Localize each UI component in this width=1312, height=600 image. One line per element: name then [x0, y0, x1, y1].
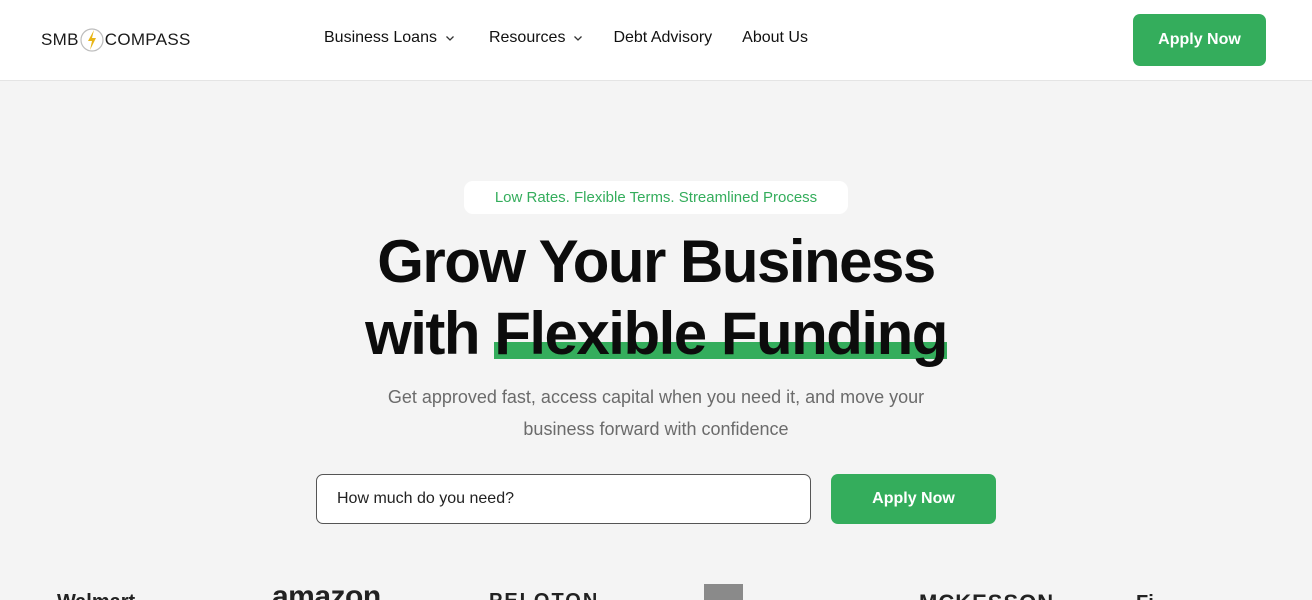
mckesson-logo: MCKESSON: [919, 590, 1054, 600]
brand-logo-strip: Walmart amazon PELOTON MCKESSON Fi: [0, 578, 1312, 600]
tagline-pill: Low Rates. Flexible Terms. Streamlined P…: [464, 181, 848, 214]
nav-resources-label: Resources: [488, 29, 566, 46]
nav-business-loans[interactable]: Business Loans: [324, 29, 455, 47]
header-apply-button[interactable]: Apply Now: [1133, 14, 1266, 66]
peloton-logo: PELOTON: [489, 590, 599, 600]
nav-about-us[interactable]: About Us: [742, 29, 808, 47]
brand-logo-last: Fi: [1136, 592, 1154, 600]
brand-logo-box: [704, 584, 743, 600]
smb-compass-logo[interactable]: SMB COMPASS: [41, 25, 191, 55]
headline-highlight-text: Flexible Funding: [494, 300, 948, 367]
hero-apply-button[interactable]: Apply Now: [831, 474, 996, 524]
nav-debt-advisory[interactable]: Debt Advisory: [613, 29, 712, 47]
compass-bolt-icon: [80, 26, 104, 54]
logo-text-smb: SMB: [41, 30, 79, 49]
walmart-logo: Walmart: [57, 591, 135, 600]
chevron-down-icon: [446, 36, 454, 41]
hero-headline-line2: with Flexible Funding: [0, 298, 1312, 370]
site-header: SMB COMPASS Business Loans Resources Deb…: [0, 0, 1312, 81]
headline-highlight: Flexible Funding: [494, 298, 948, 370]
nav-debt-advisory-label: Debt Advisory: [613, 29, 713, 46]
amazon-logo: amazon: [272, 580, 381, 600]
nav-about-us-label: About Us: [742, 29, 808, 46]
logo-text-compass: COMPASS: [104, 30, 191, 49]
headline-prefix: with: [365, 300, 495, 367]
main-nav: Business Loans Resources Debt Advisory A…: [324, 29, 808, 47]
hero-subtitle: Get approved fast, access capital when y…: [387, 387, 925, 439]
chevron-down-icon: [574, 36, 583, 41]
nav-resources[interactable]: Resources: [489, 29, 583, 47]
hero-headline-line1: Grow Your Business: [377, 228, 936, 295]
amount-input[interactable]: [316, 474, 811, 524]
nav-business-loans-label: Business Loans: [324, 29, 437, 46]
